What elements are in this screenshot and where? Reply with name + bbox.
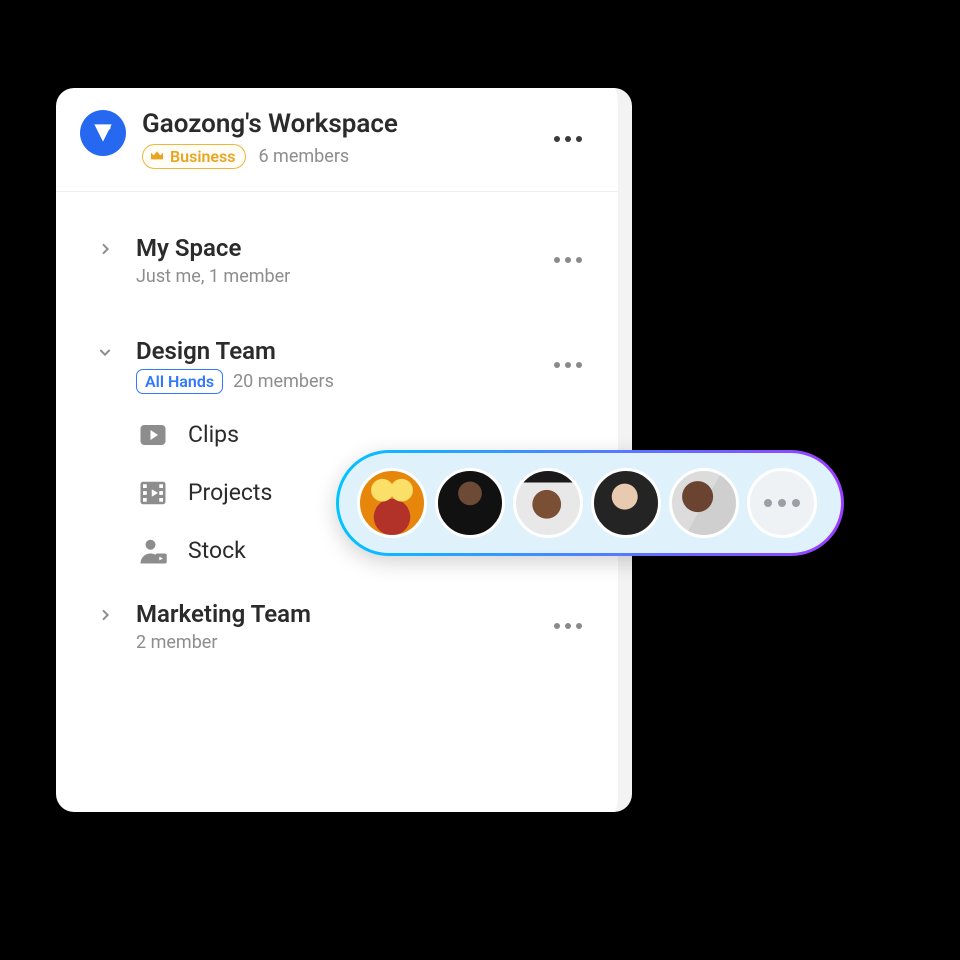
chevron-right-icon[interactable] xyxy=(92,236,118,262)
space-more-button[interactable] xyxy=(546,615,590,637)
more-icon xyxy=(554,362,582,368)
more-icon xyxy=(554,136,582,142)
space-title: Marketing Team xyxy=(136,600,311,628)
folder-label: Projects xyxy=(188,479,272,506)
workspace-more-button[interactable] xyxy=(546,128,590,150)
user-stock-icon xyxy=(138,536,168,566)
workspace-logo-icon xyxy=(80,110,126,156)
member-avatar[interactable] xyxy=(669,468,739,538)
workspace-info: Gaozong's Workspace Business 6 members xyxy=(142,110,398,169)
workspace-title: Gaozong's Workspace xyxy=(142,110,398,140)
space-subtitle: Just me, 1 member xyxy=(136,266,290,287)
space-item-design-team[interactable]: Design Team All Hands 20 members xyxy=(56,325,618,406)
more-members-button[interactable] xyxy=(747,468,817,538)
member-avatar[interactable] xyxy=(357,468,427,538)
space-item-marketing-team[interactable]: Marketing Team 2 member xyxy=(56,588,618,665)
film-icon xyxy=(138,478,168,508)
chevron-right-icon[interactable] xyxy=(92,602,118,628)
space-more-button[interactable] xyxy=(546,354,590,376)
crown-icon xyxy=(149,148,165,164)
space-item-myspace[interactable]: My Space Just me, 1 member xyxy=(56,222,618,299)
space-member-count: 20 members xyxy=(233,371,334,392)
folder-label: Stock xyxy=(188,537,246,564)
space-more-button[interactable] xyxy=(546,249,590,271)
plan-badge-label: Business xyxy=(170,147,235,166)
member-avatar-pill xyxy=(336,450,844,556)
space-title: My Space xyxy=(136,234,290,262)
more-icon xyxy=(554,623,582,629)
folder-label: Clips xyxy=(188,421,239,448)
space-tree: My Space Just me, 1 member Design Team A… xyxy=(56,192,618,685)
member-avatar[interactable] xyxy=(435,468,505,538)
plan-badge: Business xyxy=(142,144,246,169)
more-icon xyxy=(554,257,582,263)
space-tag: All Hands xyxy=(136,369,223,394)
chevron-down-icon[interactable] xyxy=(92,339,118,365)
play-icon xyxy=(138,420,168,450)
space-subtitle: 2 member xyxy=(136,632,311,653)
member-avatar-list xyxy=(339,453,841,553)
member-avatar[interactable] xyxy=(591,468,661,538)
more-icon xyxy=(764,499,800,507)
member-avatar[interactable] xyxy=(513,468,583,538)
space-title: Design Team xyxy=(136,337,334,365)
workspace-header: Gaozong's Workspace Business 6 members xyxy=(56,88,618,191)
workspace-member-count: 6 members xyxy=(258,146,349,167)
